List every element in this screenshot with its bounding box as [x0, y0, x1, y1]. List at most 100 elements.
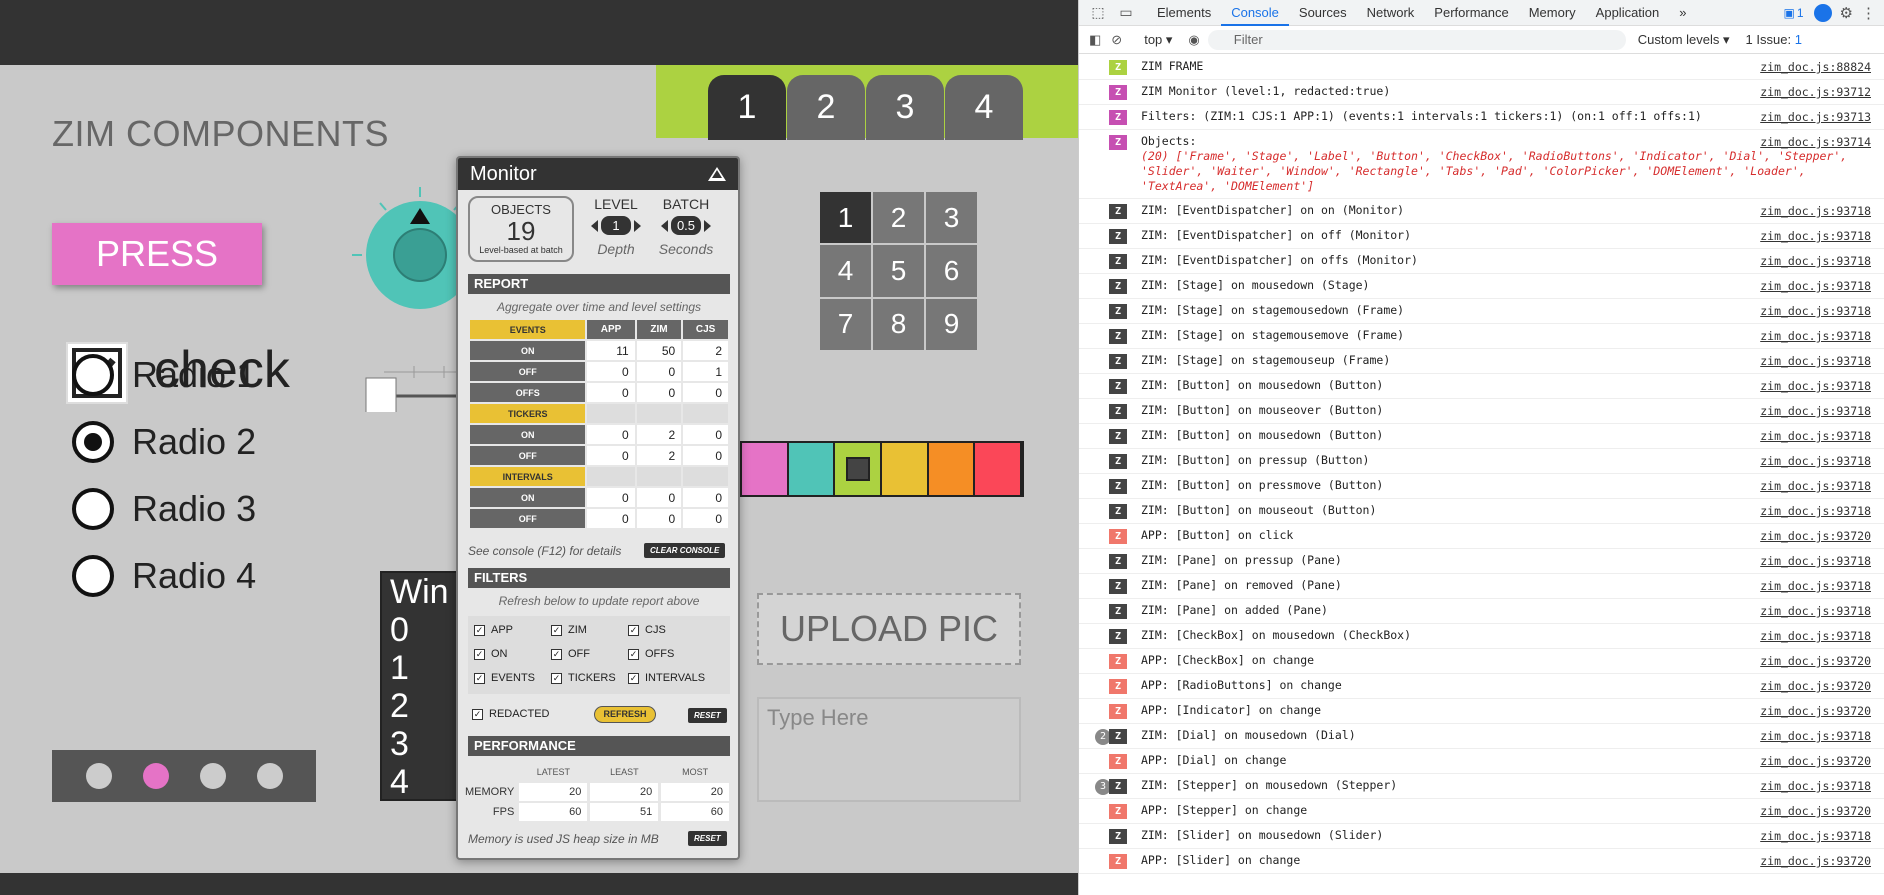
press-button[interactable]: PRESS [52, 223, 262, 285]
color-swatch[interactable] [975, 443, 1023, 495]
tab-memory[interactable]: Memory [1519, 0, 1586, 26]
filter-zim[interactable]: ✓ ZIM [551, 624, 587, 636]
source-link[interactable]: zim_doc.js:93718 [1760, 279, 1871, 294]
filter-offs[interactable]: ✓ OFFS [628, 648, 674, 660]
pad-key-1[interactable]: 1 [820, 192, 871, 244]
reset-filters-button[interactable]: RESET [688, 708, 727, 723]
tab-3[interactable]: 3 [866, 75, 944, 140]
tab-4[interactable]: 4 [945, 75, 1023, 140]
refresh-button[interactable]: REFRESH [594, 706, 656, 723]
radio-circle[interactable] [72, 354, 114, 396]
source-link[interactable]: zim_doc.js:88824 [1760, 60, 1871, 75]
level-stepper[interactable]: LEVEL 1 Depth [586, 196, 646, 257]
tab-1[interactable]: 1 [708, 75, 786, 140]
pad-key-3[interactable]: 3 [926, 192, 977, 244]
text-area[interactable]: Type Here [757, 697, 1021, 802]
kebab-menu-icon[interactable]: ⋮ [1861, 4, 1876, 22]
decrease-icon[interactable] [660, 219, 668, 232]
levels-select[interactable]: Custom levels ▾ [1638, 32, 1730, 48]
source-link[interactable]: zim_doc.js:93720 [1760, 679, 1871, 694]
source-link[interactable]: zim_doc.js:93718 [1760, 479, 1871, 494]
source-link[interactable]: zim_doc.js:93718 [1760, 254, 1871, 269]
filter-input[interactable]: Filter [1207, 29, 1626, 50]
device-toggle-icon[interactable]: ▭ [1117, 4, 1135, 22]
filter-intervals[interactable]: ✓ INTERVALS [628, 672, 705, 684]
issues-link[interactable]: 1 Issue: 1 [1746, 32, 1802, 47]
context-select[interactable]: top ▾ [1144, 32, 1172, 48]
monitor-header[interactable]: Monitor [458, 158, 738, 190]
pad-key-4[interactable]: 4 [820, 245, 871, 297]
source-link[interactable]: zim_doc.js:93718 [1760, 379, 1871, 394]
source-link[interactable]: zim_doc.js:93718 [1760, 579, 1871, 594]
increase-icon[interactable] [634, 219, 641, 232]
collapse-icon[interactable] [708, 167, 726, 181]
upload-pic-button[interactable]: UPLOAD PIC [757, 593, 1021, 665]
source-link[interactable]: zim_doc.js:93718 [1760, 729, 1871, 744]
radio-circle[interactable] [72, 488, 114, 530]
inspect-icon[interactable]: ⬚ [1089, 4, 1107, 22]
zim-stage[interactable]: ZIM COMPONENTS PRESS check Radio 1 Radio … [0, 65, 1078, 873]
decrease-icon[interactable] [591, 219, 598, 232]
redacted-checkbox[interactable]: ✓ REDACTED [472, 708, 550, 720]
radio-item[interactable]: Radio 4 [72, 555, 256, 597]
extension-icon[interactable] [1813, 3, 1832, 22]
source-link[interactable]: zim_doc.js:93718 [1760, 329, 1871, 344]
color-picker[interactable] [740, 441, 1024, 497]
slider[interactable] [364, 352, 464, 412]
source-link[interactable]: zim_doc.js:93718 [1760, 354, 1871, 369]
tab-network[interactable]: Network [1357, 0, 1425, 26]
pad-key-8[interactable]: 8 [873, 298, 924, 350]
source-link[interactable]: zim_doc.js:93718 [1760, 779, 1871, 794]
message-icon[interactable]: ▣ [1784, 6, 1795, 20]
color-swatch[interactable] [882, 443, 929, 495]
source-link[interactable]: zim_doc.js:93720 [1760, 529, 1871, 544]
tab-console[interactable]: Console [1221, 0, 1289, 26]
source-link[interactable]: zim_doc.js:93718 [1760, 429, 1871, 444]
color-swatch[interactable] [835, 443, 883, 495]
increase-icon[interactable] [704, 219, 712, 232]
filter-events[interactable]: ✓ EVENTS [474, 672, 535, 684]
color-swatch[interactable] [928, 443, 976, 495]
source-link[interactable]: zim_doc.js:93720 [1760, 854, 1871, 869]
pad-key-9[interactable]: 9 [926, 298, 977, 350]
filter-tickers[interactable]: ✓ TICKERS [551, 672, 616, 684]
source-link[interactable]: zim_doc.js:93712 [1760, 85, 1871, 100]
source-link[interactable]: zim_doc.js:93720 [1760, 804, 1871, 819]
source-link[interactable]: zim_doc.js:93718 [1760, 229, 1871, 244]
tab-application[interactable]: Application [1586, 0, 1670, 26]
pad-key-7[interactable]: 7 [820, 298, 871, 350]
filter-on[interactable]: ✓ ON [474, 648, 508, 660]
clear-console-icon[interactable]: ⊘ [1111, 32, 1122, 48]
filter-cjs[interactable]: ✓ CJS [628, 624, 666, 636]
more-tabs-button[interactable]: » [1669, 0, 1696, 26]
source-link[interactable]: zim_doc.js:93718 [1760, 504, 1871, 519]
radio-circle[interactable] [72, 555, 114, 597]
pad-key-6[interactable]: 6 [926, 245, 977, 297]
source-link[interactable]: zim_doc.js:93720 [1760, 754, 1871, 769]
radio-item[interactable]: Radio 3 [72, 488, 256, 530]
tab-sources[interactable]: Sources [1289, 0, 1357, 26]
reset-perf-button[interactable]: RESET [688, 831, 727, 846]
gear-icon[interactable]: ⚙ [1840, 4, 1853, 22]
source-link[interactable]: zim_doc.js:93718 [1760, 629, 1871, 644]
tab-2[interactable]: 2 [787, 75, 865, 140]
pad-key-5[interactable]: 5 [873, 245, 924, 297]
pad-key-2[interactable]: 2 [873, 192, 924, 244]
log-array[interactable]: (20) ['Frame', 'Stage', 'Label', 'Button… [1141, 149, 1847, 193]
radio-item[interactable]: Radio 2 [72, 421, 256, 463]
source-link[interactable]: zim_doc.js:93714 [1760, 135, 1871, 150]
source-link[interactable]: zim_doc.js:93718 [1760, 604, 1871, 619]
color-swatch[interactable] [788, 443, 836, 495]
source-link[interactable]: zim_doc.js:93720 [1760, 654, 1871, 669]
eye-icon[interactable]: ◉ [1188, 32, 1199, 48]
radio-item[interactable]: Radio 1 [72, 354, 256, 396]
source-link[interactable]: zim_doc.js:93718 [1760, 454, 1871, 469]
source-link[interactable]: zim_doc.js:93718 [1760, 554, 1871, 569]
radio-circle[interactable] [72, 421, 114, 463]
color-swatch[interactable] [742, 443, 789, 495]
source-link[interactable]: zim_doc.js:93713 [1760, 110, 1871, 125]
source-link[interactable]: zim_doc.js:93718 [1760, 404, 1871, 419]
batch-stepper[interactable]: BATCH 0.5 Seconds [654, 196, 718, 257]
source-link[interactable]: zim_doc.js:93720 [1760, 704, 1871, 719]
tab-elements[interactable]: Elements [1147, 0, 1221, 26]
